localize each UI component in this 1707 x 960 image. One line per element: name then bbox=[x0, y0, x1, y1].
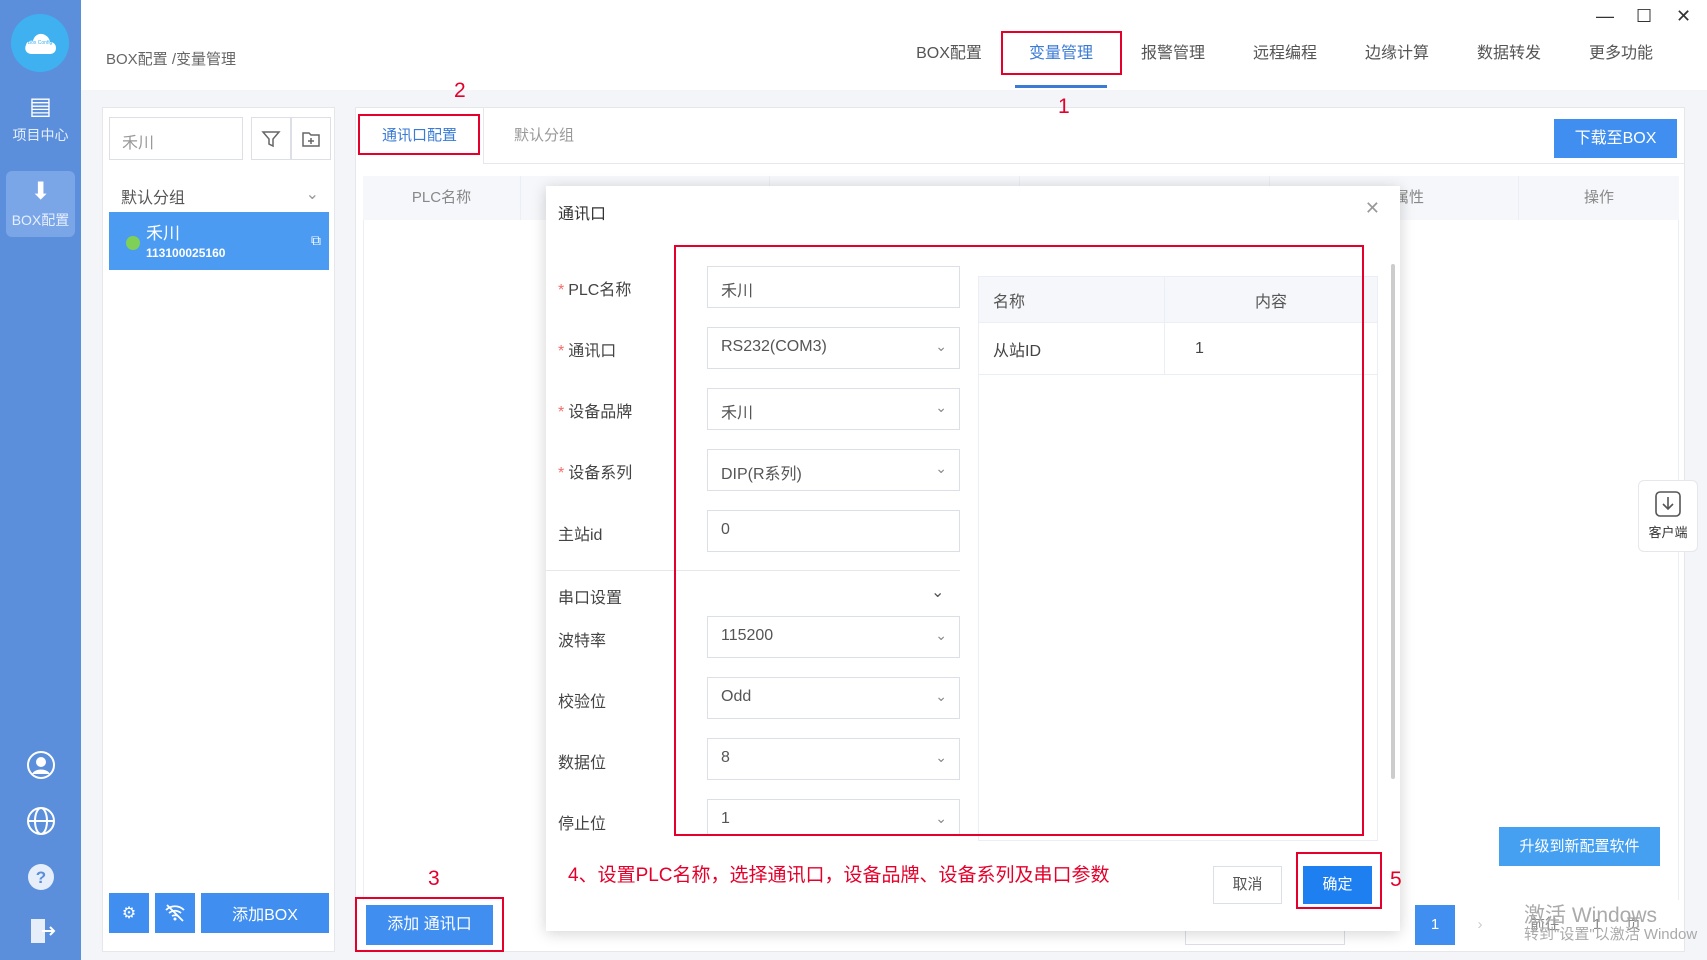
client-button[interactable]: 客户端 bbox=[1638, 480, 1698, 552]
wifi-off-button[interactable] bbox=[155, 893, 195, 933]
chevron-down-icon: ⌄ bbox=[305, 186, 319, 203]
pager-page[interactable]: 1 bbox=[1415, 905, 1455, 945]
annotation-2: 2 bbox=[454, 79, 466, 102]
rail-item-label: 项目中心 bbox=[12, 127, 69, 143]
pager-next-icon[interactable]: › bbox=[1462, 905, 1498, 945]
series-label: * 设备系列 bbox=[558, 465, 633, 482]
globe-icon[interactable] bbox=[0, 806, 81, 843]
download-to-box-button[interactable]: 下载至BOX bbox=[1554, 119, 1677, 158]
plc-name-label: * PLC名称 bbox=[558, 282, 632, 299]
nav-data-forwarding[interactable]: 数据转发 bbox=[1453, 30, 1565, 88]
add-box-button[interactable]: 添加BOX bbox=[201, 893, 329, 933]
maximize-icon[interactable]: ☐ bbox=[1636, 6, 1652, 27]
stopbits-label: 停止位 bbox=[558, 816, 607, 833]
header: BOX配置 /变量管理 BOX配置 变量管理 报警管理 远程编程 边缘计算 数据… bbox=[81, 0, 1707, 90]
master-id-label: 主站id bbox=[558, 527, 603, 544]
copy-icon[interactable]: ⧉ bbox=[311, 232, 321, 249]
filter-icon[interactable] bbox=[251, 117, 291, 160]
online-status-icon bbox=[126, 236, 140, 250]
close-window-icon[interactable]: ✕ bbox=[1676, 6, 1691, 27]
rail-item-label: BOX配置 bbox=[11, 212, 70, 228]
annotation-box-4 bbox=[674, 245, 1364, 836]
group-default[interactable]: 默认分组 ⌄ bbox=[109, 174, 329, 214]
help-icon[interactable]: ? bbox=[0, 862, 81, 899]
annotation-3: 3 bbox=[428, 867, 440, 890]
parity-label: 校验位 bbox=[558, 694, 607, 711]
user-icon[interactable] bbox=[0, 750, 81, 787]
serial-section-title: 串口设置 bbox=[558, 590, 623, 607]
left-rail: Box Config ▤ 项目中心 ⬇ BOX配置 ? bbox=[0, 0, 81, 960]
box-serial: 113100025160 bbox=[146, 246, 226, 260]
databits-label: 数据位 bbox=[558, 755, 607, 772]
box-list-panel: 禾川 默认分组 ⌄ 禾川 113100025160 ⧉ ⚙ 添加BOX bbox=[102, 107, 335, 952]
annotation-box-5 bbox=[1296, 852, 1382, 909]
client-label: 客户端 bbox=[1648, 525, 1688, 540]
watermark-line1: 激活 Windows bbox=[1524, 904, 1658, 927]
add-folder-icon[interactable] bbox=[291, 117, 331, 160]
box-item[interactable]: 禾川 113100025160 ⧉ bbox=[109, 212, 329, 270]
minimize-icon[interactable]: — bbox=[1596, 6, 1614, 27]
group-label: 默认分组 bbox=[121, 190, 186, 207]
annotation-1: 1 bbox=[1058, 95, 1070, 118]
dialog-scrollbar[interactable] bbox=[1391, 264, 1395, 779]
col-plc-name: PLC名称 bbox=[363, 176, 521, 220]
baud-label: 波特率 bbox=[558, 633, 607, 650]
tab-default-group[interactable]: 默认分组 bbox=[488, 108, 600, 164]
nav-box-config[interactable]: BOX配置 bbox=[893, 30, 1005, 88]
watermark-line2: 转到"设置"以激活 Window bbox=[1524, 926, 1698, 944]
rail-item-projects[interactable]: ▤ 项目中心 bbox=[0, 92, 81, 152]
gear-icon: ⚙ bbox=[121, 905, 137, 922]
annotation-box-3 bbox=[355, 897, 504, 952]
step4-annotation: 4、设置PLC名称，选择通讯口，设备品牌、设备系列及串口参数 bbox=[568, 865, 1110, 886]
breadcrumb: BOX配置 /变量管理 bbox=[106, 51, 237, 68]
windows-watermark: 激活 Windows 转到"设置"以激活 Window bbox=[1524, 904, 1698, 944]
download-box-icon bbox=[1655, 491, 1681, 517]
port-label: * 通讯口 bbox=[558, 343, 617, 360]
svg-text:?: ? bbox=[35, 868, 45, 887]
close-icon[interactable]: ✕ bbox=[1365, 198, 1380, 219]
brand-label: * 设备品牌 bbox=[558, 404, 633, 421]
wifi-off-icon bbox=[165, 904, 185, 922]
app-logo: Box Config bbox=[11, 14, 69, 72]
annotation-box-2 bbox=[358, 114, 480, 155]
logo-text: Box Config bbox=[27, 40, 53, 46]
nav-more-features[interactable]: 更多功能 bbox=[1565, 30, 1677, 88]
dialog-title: 通讯口 bbox=[558, 206, 607, 223]
nav-edge-computing[interactable]: 边缘计算 bbox=[1341, 30, 1453, 88]
annotation-box-1 bbox=[1001, 31, 1122, 75]
col-actions: 操作 bbox=[1583, 189, 1614, 206]
nav-alarm-management[interactable]: 报警管理 bbox=[1117, 30, 1229, 88]
settings-button[interactable]: ⚙ bbox=[109, 893, 149, 933]
box-name: 禾川 bbox=[146, 224, 180, 243]
cancel-button[interactable]: 取消 bbox=[1213, 866, 1282, 904]
nav-remote-programming[interactable]: 远程编程 bbox=[1229, 30, 1341, 88]
tab-bar: 通讯口配置 默认分组 下载至BOX bbox=[356, 108, 1684, 164]
logout-icon[interactable] bbox=[0, 916, 81, 953]
annotation-5: 5 bbox=[1390, 868, 1402, 891]
rail-item-box-config[interactable]: ⬇ BOX配置 bbox=[6, 171, 75, 237]
upgrade-config-button[interactable]: 升级到新配置软件 bbox=[1499, 827, 1660, 866]
box-search-input[interactable]: 禾川 bbox=[109, 117, 243, 160]
grid-icon: ▤ bbox=[29, 93, 52, 120]
download-icon: ⬇ bbox=[30, 178, 51, 205]
